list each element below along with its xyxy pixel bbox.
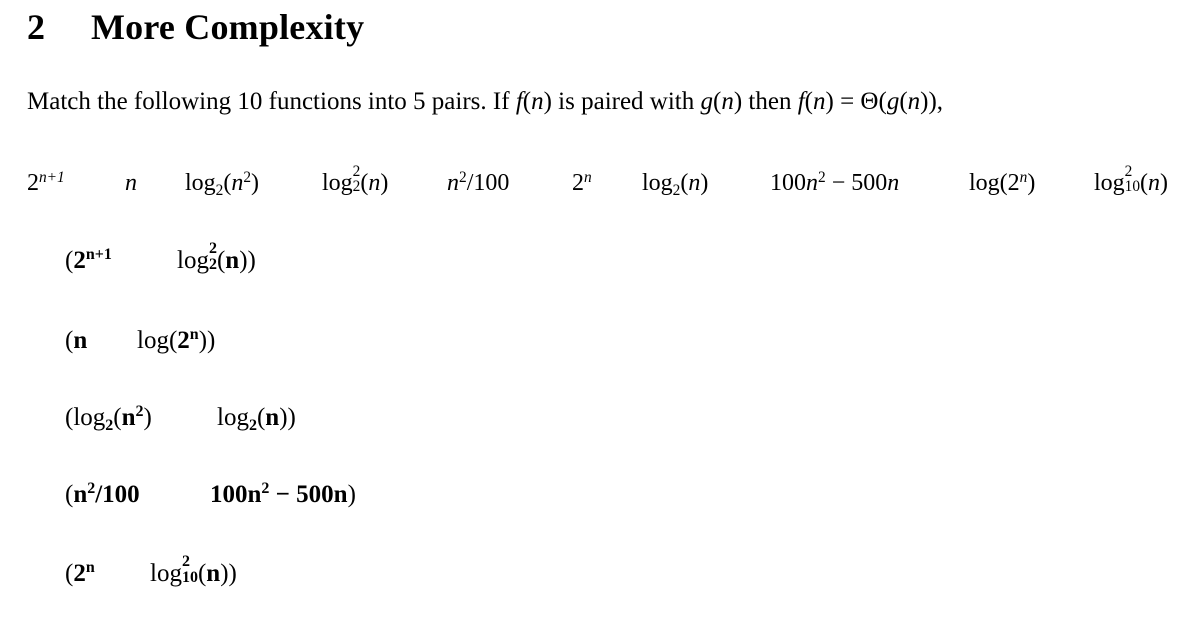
section-number: 2 [27,7,46,47]
pair-first: (n [65,327,88,354]
pair-first: (n2/100 [65,480,140,508]
theta-equals: = Θ( [833,88,887,115]
function-item: 100n2 − 500n [770,168,900,196]
function-item: log2(n) [642,170,709,199]
paren: ( [804,88,813,115]
answer-pair: (log2(n2) log2(n)) [65,403,296,434]
paren: ) [543,88,552,115]
paren: ( [899,88,908,115]
function-item: n [125,170,137,196]
answer-pair: (2n+1 log222(n)) [65,240,256,275]
math-g: g [700,88,714,115]
math-g: g [886,88,900,115]
statement-text: then [742,88,798,115]
function-item: log(2n) [969,168,1036,196]
math-n: n [721,88,734,115]
paren: ) [825,88,834,115]
answer-pair: (n2/100 100n2 − 500n) [65,480,356,509]
math-n: n [907,88,921,115]
answer-pair: (n log(2n)) [65,327,215,355]
math-n: n [531,88,544,115]
function-item: log2(n2) [185,168,260,199]
function-item: n2/100 [447,168,510,196]
statement-end: ), [928,88,944,115]
pair-second: log2(n)) [217,404,296,434]
section-heading: 2 More Complexity [27,6,364,48]
function-item: 2n [572,168,592,196]
pair-first: (log2(n2) [65,403,152,434]
function-item: log222(n) [322,163,389,196]
paren: ) [733,88,743,115]
math-n: n [813,88,826,115]
pair-first: (2n+1 [65,246,112,274]
statement-text: Match the following 10 functions into 5 … [27,88,516,115]
function-item: 2n+1 [27,168,65,196]
pair-second: 100n2 − 500n) [210,480,356,508]
answer-pair: (2n log10210(n)) [65,553,237,588]
paren: ( [522,88,532,115]
math-f: f [797,88,805,115]
pair-second: log10210(n)) [150,552,237,587]
math-f: f [515,88,523,115]
function-item: log10210(n) [1094,163,1169,196]
pair-second: log222(n)) [177,239,256,274]
pair-first: (2n [65,559,95,587]
pair-second: log(2n)) [137,326,216,354]
section-title: More Complexity [91,7,365,47]
statement-text: is paired with [551,88,701,115]
problem-statement: Match the following 10 functions into 5 … [27,88,943,116]
